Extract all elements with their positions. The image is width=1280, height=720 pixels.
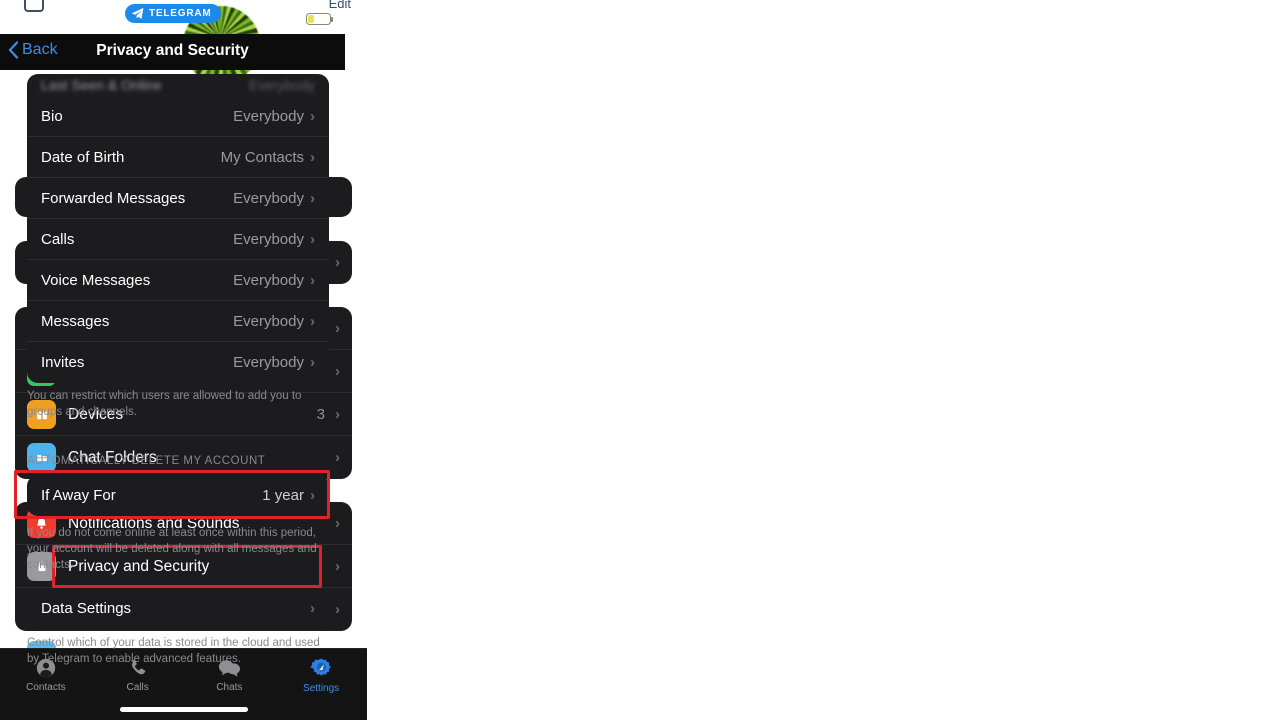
chevron-right-icon: › [310, 231, 315, 248]
chevron-right-icon: › [310, 313, 315, 330]
status-clock: 09:53 [26, 14, 69, 31]
chevron-right-icon: › [310, 600, 315, 617]
privacy-row-calls[interactable]: Calls Everybody › [27, 219, 329, 260]
privacy-row-invites[interactable]: Invites Everybody › [27, 342, 329, 383]
privacy-row-messages[interactable]: Messages Everybody › [27, 301, 329, 342]
row-label: Last Seen & Online [41, 77, 162, 93]
chevron-right-icon: › [310, 272, 315, 289]
row-data-settings[interactable]: Data Settings › [27, 588, 329, 629]
page-title: Privacy and Security [96, 42, 249, 59]
status-bar: 09:53 TELEGRAM [0, 0, 345, 34]
row-label: Invites [41, 354, 85, 371]
row-label: Calls [41, 231, 75, 248]
wifi-icon [283, 13, 299, 24]
row-label: If Away For [41, 487, 116, 504]
chevron-right-icon: › [310, 487, 315, 504]
dynamic-island-telegram-pill[interactable]: TELEGRAM [125, 4, 221, 23]
screenshot-root: Edit Redacted Name Redacted phone number… [0, 0, 1280, 720]
row-value: Everybody [233, 231, 304, 248]
row-value: Everybody [233, 354, 304, 371]
privacy-scroll-area[interactable]: Last Seen & Online Everybody Bio Everybo… [0, 70, 345, 720]
telegram-plane-icon [132, 8, 144, 19]
chevron-right-icon: › [310, 190, 315, 207]
row-label: Bio [41, 108, 63, 125]
row-value: Everybody [233, 190, 304, 207]
status-indicators [261, 13, 334, 25]
auto-delete-group: If Away For 1 year › [27, 475, 329, 516]
cellular-bars-icon [261, 14, 276, 25]
row-value: Everybody [248, 77, 315, 93]
privacy-row-bio[interactable]: Bio Everybody › [27, 96, 329, 137]
row-value: Everybody [233, 272, 304, 289]
privacy-row-forwarded-messages[interactable]: Forwarded Messages Everybody › [27, 178, 329, 219]
row-value: Everybody [233, 108, 304, 125]
row-label: Messages [41, 313, 110, 330]
row-value: My Contacts [220, 149, 304, 166]
row-label: Date of Birth [41, 149, 125, 166]
dynamic-island-label: TELEGRAM [149, 8, 212, 19]
row-label: Data Settings [41, 600, 132, 617]
auto-delete-section-header: AUTOMATICALLY DELETE MY ACCOUNT [27, 455, 266, 467]
auto-delete-footer: If you do not come online at least once … [27, 527, 317, 571]
chevron-right-icon: › [310, 108, 315, 125]
chevron-right-icon: › [310, 149, 315, 166]
row-value: 1 year [262, 487, 304, 504]
privacy-group-footer: You can restrict which users are allowed… [27, 390, 302, 418]
chevron-right-icon: › [310, 354, 315, 371]
data-settings-group: Data Settings › [27, 588, 329, 629]
battery-low-icon [306, 13, 334, 25]
privacy-row-voice-messages[interactable]: Voice Messages Everybody › [27, 260, 329, 301]
row-if-away-for[interactable]: If Away For 1 year › [27, 475, 329, 516]
row-value: Everybody [233, 313, 304, 330]
privacy-options-group: Last Seen & Online Everybody Bio Everybo… [27, 74, 329, 383]
row-label: Voice Messages [41, 272, 151, 289]
row-label: Forwarded Messages [41, 190, 186, 207]
navigation-bar: Back Privacy and Security [0, 34, 345, 70]
data-settings-footer: Control which of your data is stored in … [27, 637, 320, 665]
privacy-row-cut-off[interactable]: Last Seen & Online Everybody [27, 74, 329, 96]
privacy-row-date-of-birth[interactable]: Date of Birth My Contacts › [27, 137, 329, 178]
